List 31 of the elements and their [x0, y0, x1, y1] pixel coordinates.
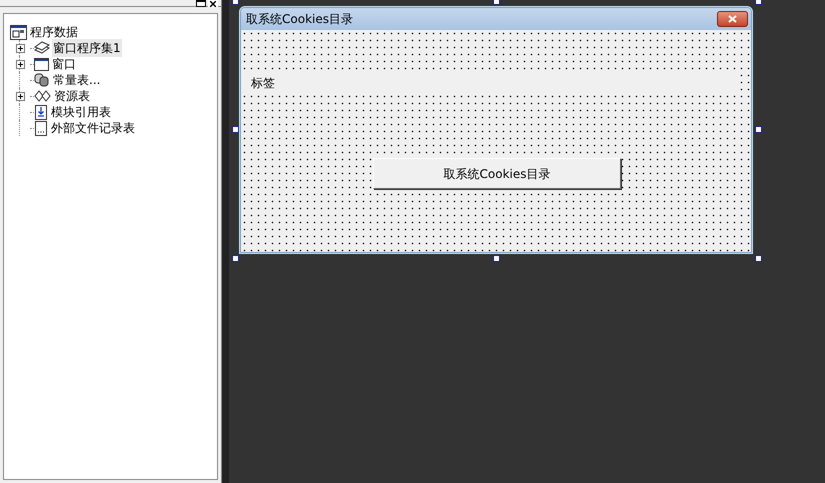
resize-handle[interactable]	[232, 255, 239, 262]
close-icon	[728, 15, 737, 23]
window-title: 取系统Cookies目录	[246, 11, 353, 28]
resize-handle[interactable]	[493, 255, 500, 262]
expand-icon[interactable]	[16, 92, 24, 100]
resize-handle[interactable]	[755, 0, 762, 5]
stacked-pages-icon	[34, 41, 50, 55]
resize-handle[interactable]	[493, 0, 500, 5]
maximize-icon[interactable]	[196, 0, 206, 7]
expand-icon[interactable]	[16, 44, 24, 52]
resize-handle[interactable]	[232, 0, 239, 5]
tree-item[interactable]: 窗口	[51, 55, 77, 73]
tree-item[interactable]: 外部文件记录表	[50, 119, 136, 137]
expand-icon[interactable]	[16, 60, 24, 68]
cylinders-icon	[34, 73, 50, 87]
document-icon	[34, 120, 48, 136]
tree-item[interactable]: 程序数据	[30, 23, 78, 41]
close-icon[interactable]	[208, 0, 218, 7]
document-arrow-icon	[34, 104, 48, 120]
program-data-icon	[10, 24, 27, 40]
diamonds-icon	[34, 90, 51, 102]
tree-item[interactable]: 常量表...	[52, 71, 102, 89]
tree-item[interactable]: 模块引用表	[50, 103, 112, 121]
window-icon	[34, 58, 49, 70]
resize-handle[interactable]	[755, 255, 762, 262]
tree-item[interactable]: 资源表	[53, 87, 91, 105]
resize-handle[interactable]	[755, 126, 762, 133]
close-button[interactable]	[717, 11, 748, 27]
resize-handle[interactable]	[232, 126, 239, 133]
form-button[interactable]: 取系统Cookies目录	[373, 158, 621, 189]
tree-item[interactable]: 窗口程序集1	[52, 39, 122, 57]
